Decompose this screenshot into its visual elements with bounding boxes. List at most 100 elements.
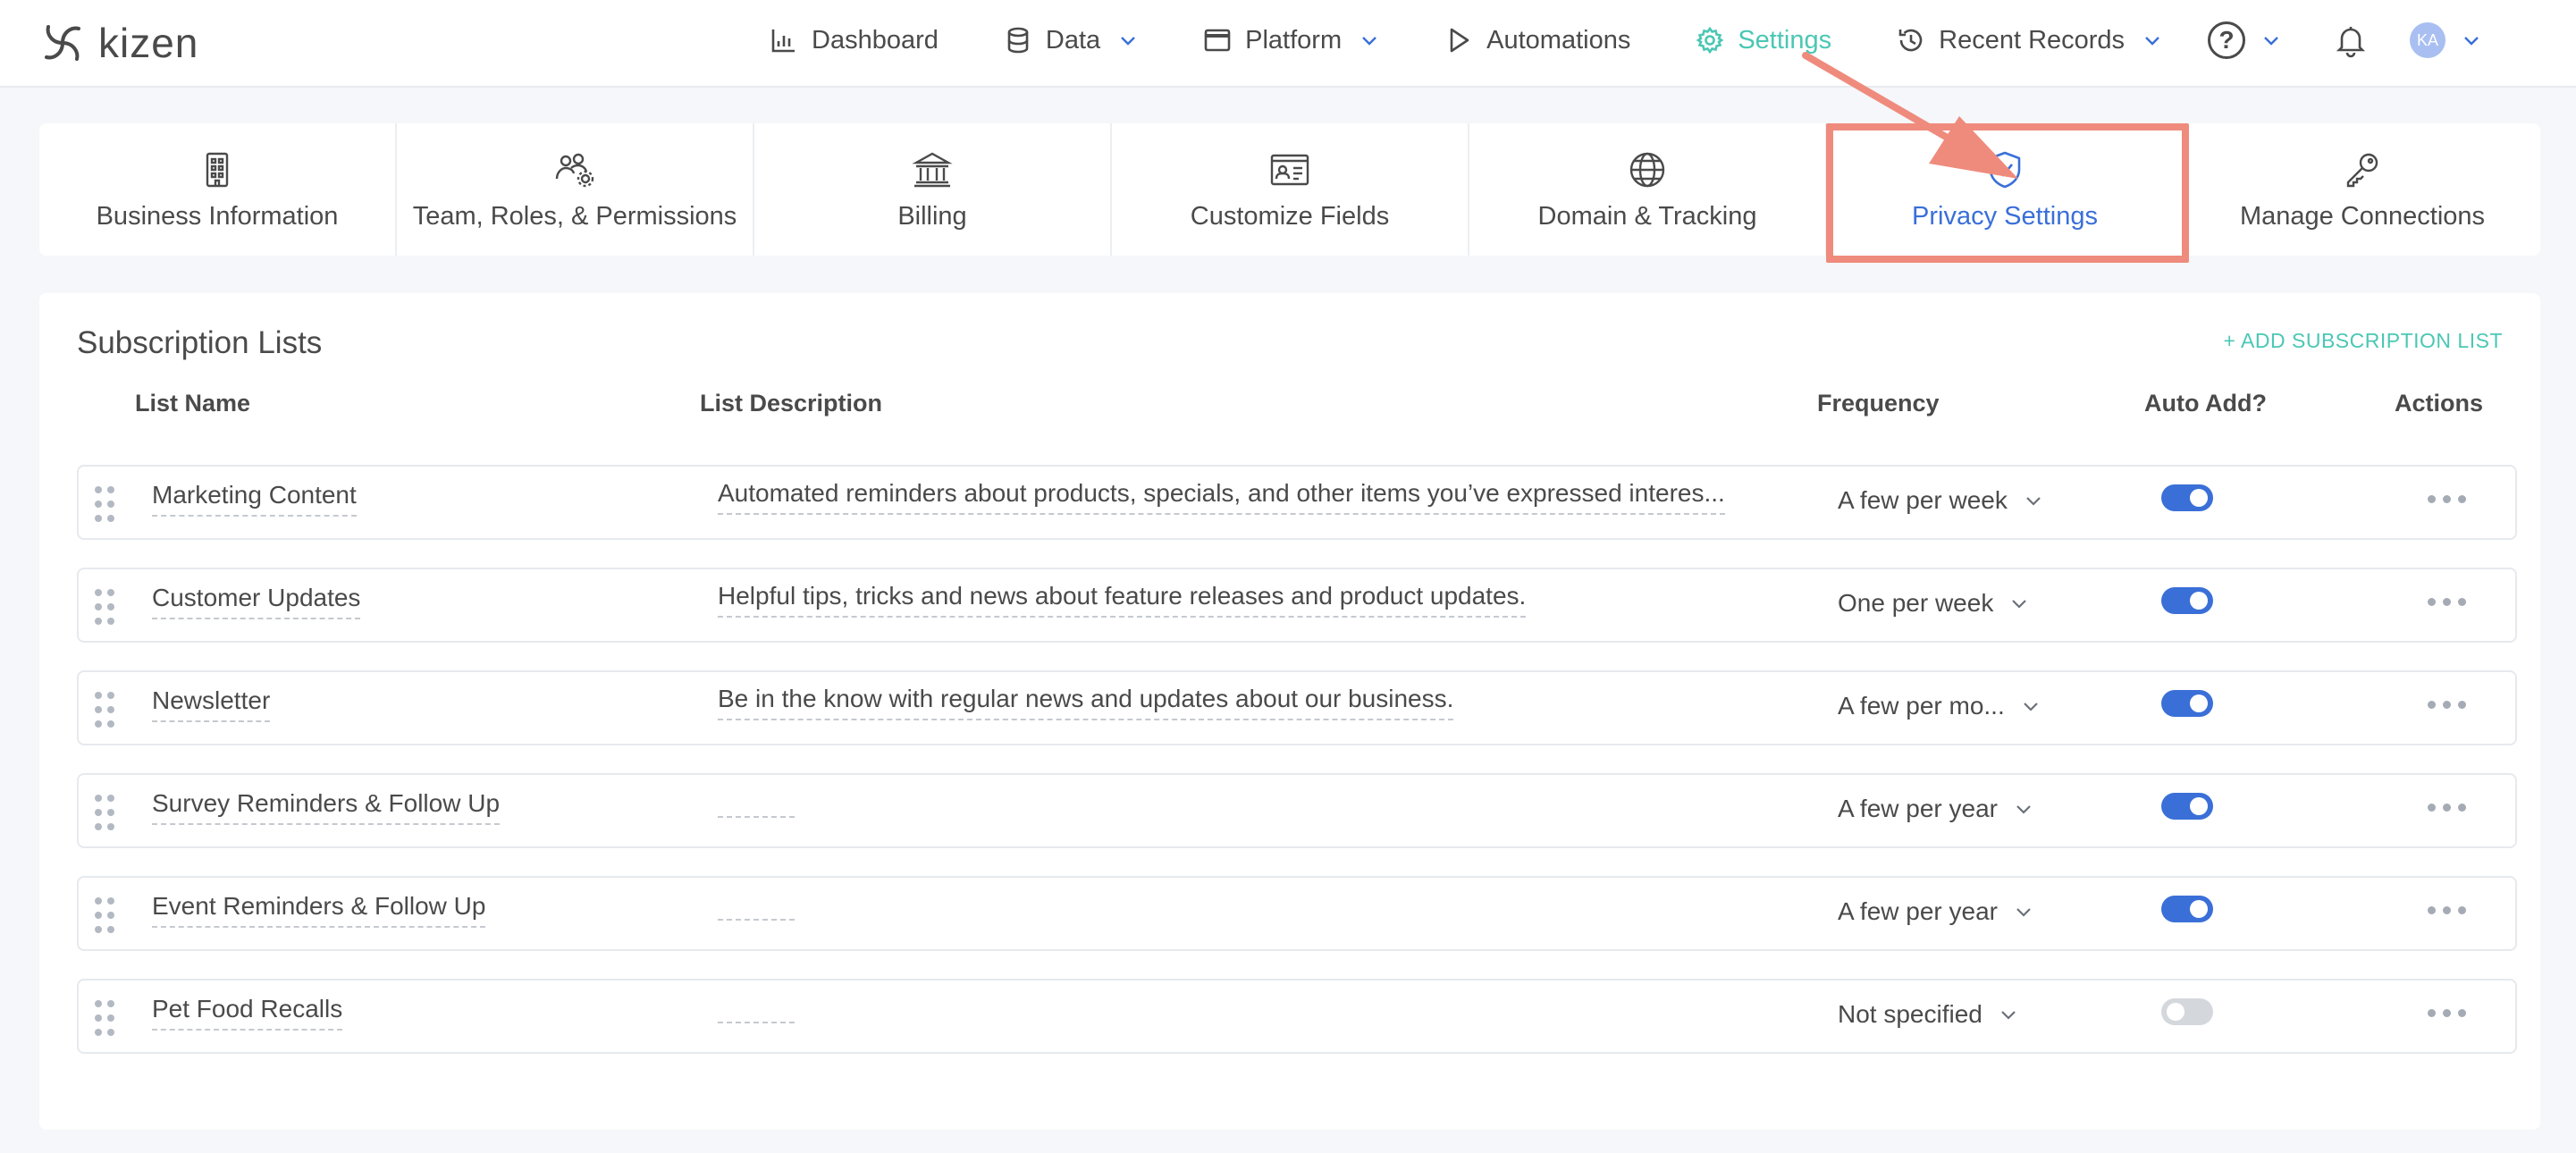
chevron-down-icon [2016, 908, 2031, 917]
drag-handle-icon[interactable] [95, 1000, 116, 1036]
list-description-empty-field[interactable] [718, 917, 795, 921]
list-description-empty-field[interactable] [718, 1020, 795, 1023]
brand-name: kizen [98, 20, 199, 66]
nav-item-settings[interactable]: Settings [1695, 25, 1831, 55]
frequency-value: A few per year [1838, 897, 1998, 925]
chevron-down-icon[interactable] [2462, 30, 2481, 50]
tab-label: Billing [897, 201, 967, 231]
list-name-field[interactable]: Marketing Content [152, 481, 357, 517]
window-icon [1204, 29, 1231, 52]
nav-item-platform[interactable]: Platform [1202, 25, 1379, 55]
frequency-value: Not specified [1838, 1000, 1983, 1028]
drag-handle-icon[interactable] [95, 692, 116, 728]
team-icon [555, 153, 594, 187]
nav-item-recent-records[interactable]: Recent Records [1896, 25, 2162, 55]
frequency-select[interactable]: A few per year [1838, 897, 2033, 926]
tab-label: Privacy Settings [1912, 201, 2098, 231]
more-actions-icon[interactable] [2428, 495, 2466, 503]
tab-label: Domain & Tracking [1537, 201, 1757, 231]
tab-manage-connections[interactable]: Manage Connections [2185, 123, 2540, 256]
history-icon [1898, 29, 1923, 52]
nav-item-data[interactable]: Data [1003, 25, 1138, 55]
database-icon [1007, 27, 1029, 54]
table-row: Newsletter Be in the know with regular n… [77, 670, 2517, 745]
chevron-down-icon [1121, 37, 1135, 46]
more-actions-icon[interactable] [2428, 598, 2466, 606]
help-icon[interactable]: ? [2208, 21, 2245, 59]
table-row: Pet Food Recalls Not specified [77, 979, 2517, 1054]
tab-label: Manage Connections [2239, 201, 2486, 231]
more-actions-icon[interactable] [2428, 1009, 2466, 1017]
frequency-select[interactable]: Not specified [1838, 1000, 2018, 1029]
chevron-down-icon[interactable] [2261, 30, 2281, 50]
frequency-value: A few per mo... [1838, 692, 2005, 720]
list-name-field[interactable]: Event Reminders & Follow Up [152, 892, 486, 928]
top-navigation-bar: kizen Dashboard Data Platform Automation… [0, 0, 2576, 88]
subscription-lists-card: Subscription Lists + ADD SUBSCRIPTION LI… [39, 293, 2540, 1130]
key-icon [2346, 153, 2378, 187]
list-name-field[interactable]: Survey Reminders & Follow Up [152, 789, 501, 825]
tab-team-roles-permissions[interactable]: Team, Roles, & Permissions [397, 123, 754, 256]
drag-handle-icon[interactable] [95, 589, 116, 625]
list-description-field[interactable]: Helpful tips, tricks and news about feat… [718, 582, 1527, 618]
settings-tabs: Business Information Team, Roles, & Perm… [39, 123, 2540, 256]
tab-label: Business Information [96, 201, 339, 231]
drag-handle-icon[interactable] [95, 795, 116, 830]
tab-billing[interactable]: Billing [754, 123, 1112, 256]
nav-item-automations[interactable]: Automations [1444, 25, 1630, 55]
list-name-field[interactable]: Newsletter [152, 686, 271, 722]
chevron-down-icon [2145, 37, 2159, 46]
drag-handle-icon[interactable] [95, 486, 116, 522]
chevron-down-icon [2023, 703, 2038, 711]
auto-add-toggle[interactable] [2161, 690, 2213, 717]
auto-add-toggle[interactable] [2161, 587, 2213, 614]
tab-customize-fields[interactable]: Customize Fields [1112, 123, 1469, 256]
auto-add-toggle[interactable] [2161, 793, 2213, 820]
section-title: Subscription Lists [77, 325, 323, 360]
nav-utilities: ? KA [2208, 0, 2481, 80]
auto-add-toggle[interactable] [2161, 998, 2213, 1025]
list-name-field[interactable]: Pet Food Recalls [152, 995, 343, 1031]
auto-add-toggle[interactable] [2161, 484, 2213, 511]
drag-handle-icon[interactable] [95, 897, 116, 933]
list-description-field[interactable]: Be in the know with regular news and upd… [718, 685, 1454, 720]
chevron-down-icon [2012, 600, 2027, 609]
chevron-down-icon [1362, 37, 1376, 46]
more-actions-icon[interactable] [2428, 906, 2466, 914]
column-header-list-name[interactable]: List Name [135, 390, 250, 417]
table-row: Customer Updates Helpful tips, tricks an… [77, 568, 2517, 643]
avatar[interactable]: KA [2410, 22, 2446, 58]
more-actions-icon[interactable] [2428, 804, 2466, 812]
chevron-down-icon [2026, 497, 2041, 506]
tab-domain-tracking[interactable]: Domain & Tracking [1469, 123, 1827, 256]
chevron-down-icon [2001, 1011, 2016, 1020]
frequency-select[interactable]: A few per year [1838, 795, 2033, 823]
column-header-actions: Actions [2395, 390, 2484, 417]
bell-icon[interactable] [2333, 22, 2369, 58]
main-nav: Dashboard Data Platform Automations Sett… [769, 0, 2227, 80]
column-header-auto-add[interactable]: Auto Add? [2144, 390, 2267, 417]
nav-label: Dashboard [812, 25, 939, 55]
frequency-select[interactable]: A few per mo... [1838, 692, 2041, 720]
more-actions-icon[interactable] [2428, 701, 2466, 709]
add-subscription-list-button[interactable]: + ADD SUBSCRIPTION LIST [2224, 329, 2504, 353]
id-card-icon [1270, 154, 1309, 185]
building-icon [206, 152, 229, 187]
globe-icon [1629, 152, 1665, 187]
list-description-empty-field[interactable] [718, 814, 795, 818]
nav-label: Automations [1486, 25, 1631, 55]
tab-privacy-settings[interactable]: Privacy Settings [1827, 123, 2185, 256]
frequency-select[interactable]: One per week [1838, 589, 2029, 618]
auto-add-toggle[interactable] [2161, 896, 2213, 922]
column-header-frequency[interactable]: Frequency [1817, 390, 1940, 417]
nav-item-dashboard[interactable]: Dashboard [769, 25, 939, 55]
kizen-swirl-icon [45, 25, 80, 61]
list-description-field[interactable]: Automated reminders about products, spec… [718, 479, 1725, 515]
column-header-list-description[interactable]: List Description [700, 390, 882, 417]
frequency-select[interactable]: A few per week [1838, 486, 2043, 515]
list-name-field[interactable]: Customer Updates [152, 584, 361, 619]
tab-business-information[interactable]: Business Information [39, 123, 397, 256]
table-row: Event Reminders & Follow Up A few per ye… [77, 876, 2517, 951]
chevron-down-icon [2016, 805, 2031, 814]
brand-logo[interactable]: kizen [39, 18, 198, 68]
